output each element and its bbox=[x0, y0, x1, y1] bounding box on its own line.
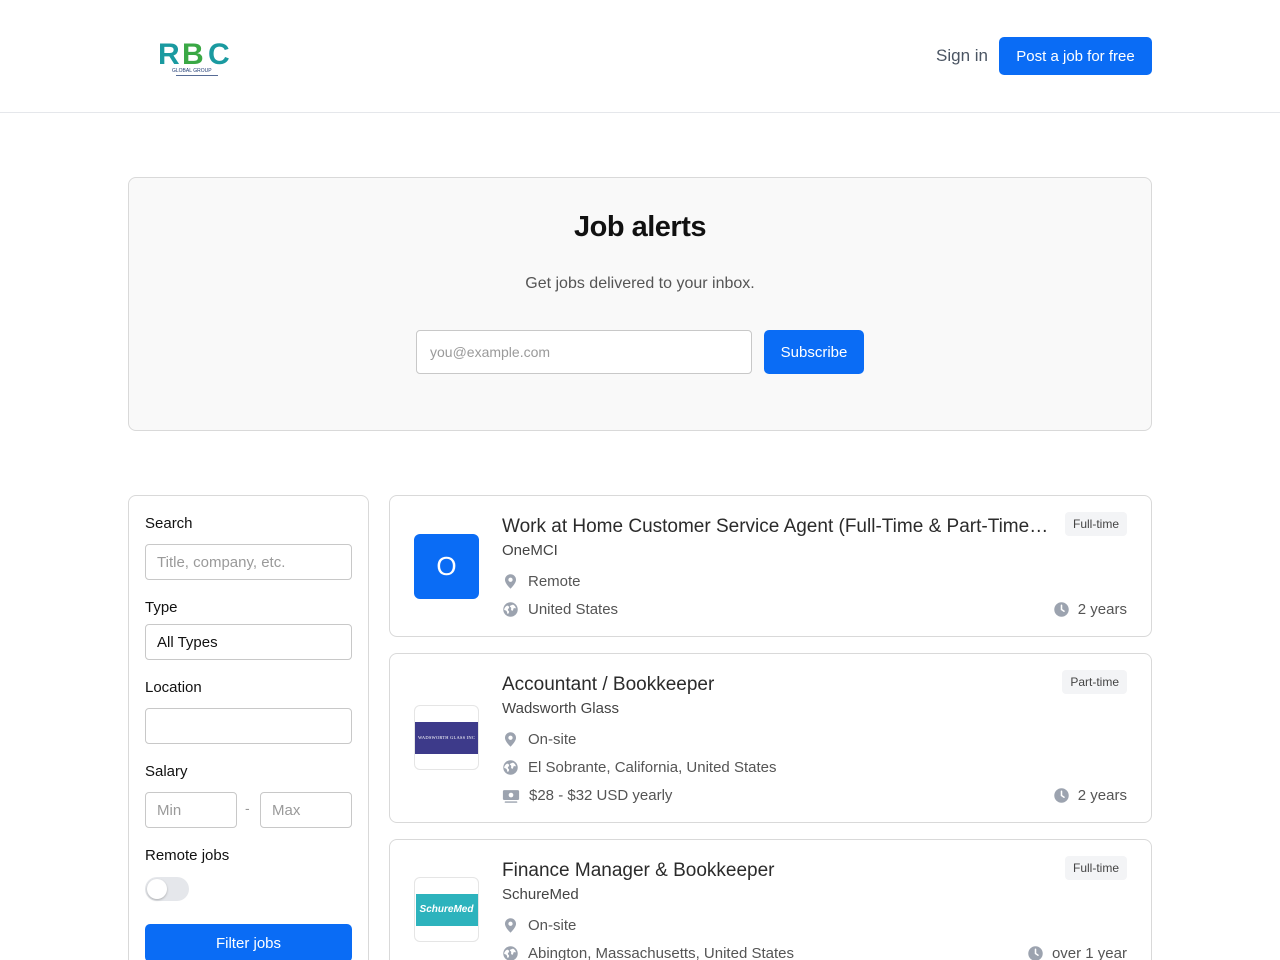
subscribe-button[interactable]: Subscribe bbox=[764, 330, 864, 374]
job-salary: $28 - $32 USD yearly bbox=[502, 787, 672, 804]
clock-icon bbox=[1054, 602, 1069, 617]
workplace-text: On-site bbox=[528, 917, 577, 934]
svg-text:GLOBAL GROUP: GLOBAL GROUP bbox=[172, 68, 212, 74]
job-company: Wadsworth Glass bbox=[502, 700, 619, 717]
schuremed-logo-text: SchureMed bbox=[419, 904, 474, 915]
job-workplace: On-site bbox=[502, 731, 576, 748]
job-location: Abington, Massachusetts, United States bbox=[502, 945, 794, 960]
company-logo-image: SchureMed bbox=[414, 877, 479, 942]
map-pin-icon bbox=[504, 732, 517, 747]
svg-text:B: B bbox=[182, 38, 203, 71]
svg-text:R: R bbox=[158, 38, 180, 71]
remote-jobs-toggle[interactable] bbox=[145, 877, 189, 901]
workplace-text: On-site bbox=[528, 731, 577, 748]
clock-icon bbox=[1054, 788, 1069, 803]
type-select[interactable]: All Types bbox=[145, 624, 352, 660]
location-text: Abington, Massachusetts, United States bbox=[528, 945, 794, 960]
clock-icon bbox=[1028, 946, 1043, 960]
wadsworth-logo-text: WADSWORTH GLASS INC bbox=[417, 735, 476, 740]
job-alerts-title: Job alerts bbox=[574, 211, 707, 243]
sign-in-link[interactable]: Sign in bbox=[936, 46, 988, 66]
type-label: Type bbox=[145, 599, 178, 616]
job-age: 2 years bbox=[1053, 787, 1127, 804]
remote-jobs-label: Remote jobs bbox=[145, 847, 230, 864]
job-age: 2 years bbox=[1053, 601, 1127, 618]
job-title[interactable]: Accountant / Bookkeeper bbox=[502, 674, 1050, 696]
globe-icon bbox=[503, 602, 518, 617]
job-alerts-panel: Job alerts Get jobs delivered to your in… bbox=[128, 177, 1152, 431]
job-age: over 1 year bbox=[1027, 945, 1127, 960]
location-text: United States bbox=[528, 601, 619, 618]
company-logo-image: WADSWORTH GLASS INC bbox=[414, 705, 479, 770]
age-text: over 1 year bbox=[1051, 945, 1127, 960]
company-logo-letter: O bbox=[414, 534, 479, 599]
wadsworth-logo: WADSWORTH GLASS INC bbox=[415, 721, 478, 754]
post-job-button[interactable]: Post a job for free bbox=[999, 37, 1152, 75]
job-company: OneMCI bbox=[502, 542, 558, 559]
email-input[interactable] bbox=[416, 330, 752, 374]
job-card[interactable]: WADSWORTH GLASS INC Accountant / Bookkee… bbox=[389, 653, 1152, 823]
job-workplace: Remote bbox=[502, 573, 581, 590]
type-select-value: All Types bbox=[157, 633, 218, 651]
job-workplace: On-site bbox=[502, 917, 576, 934]
job-type-badge: Full-time bbox=[1064, 856, 1127, 880]
salary-text: $28 - $32 USD yearly bbox=[529, 787, 673, 804]
globe-icon bbox=[503, 760, 518, 775]
age-text: 2 years bbox=[1077, 787, 1127, 804]
location-label: Location bbox=[145, 679, 202, 696]
search-input[interactable] bbox=[145, 544, 352, 580]
location-input[interactable] bbox=[145, 708, 352, 744]
job-type-badge: Full-time bbox=[1064, 512, 1127, 536]
search-label: Search bbox=[145, 515, 193, 532]
salary-separator: - bbox=[245, 800, 250, 816]
svg-text:C: C bbox=[208, 38, 229, 71]
map-pin-icon bbox=[504, 574, 517, 589]
job-card[interactable]: O Work at Home Customer Service Agent (F… bbox=[389, 495, 1152, 637]
workplace-text: Remote bbox=[528, 573, 581, 590]
globe-icon bbox=[503, 946, 518, 960]
salary-max-input[interactable] bbox=[260, 792, 352, 828]
age-text: 2 years bbox=[1077, 601, 1127, 618]
filters-sidebar: Search Type All Types Location Salary - … bbox=[128, 495, 369, 960]
job-alerts-subtitle: Get jobs delivered to your inbox. bbox=[525, 275, 755, 292]
salary-min-input[interactable] bbox=[145, 792, 237, 828]
job-card[interactable]: SchureMed Finance Manager & Bookkeeper S… bbox=[389, 839, 1152, 960]
job-type-badge: Part-time bbox=[1062, 670, 1127, 694]
location-text: El Sobrante, California, United States bbox=[528, 759, 777, 776]
job-title[interactable]: Finance Manager & Bookkeeper bbox=[502, 860, 1050, 882]
money-icon bbox=[502, 790, 520, 803]
job-location: United States bbox=[502, 601, 618, 618]
map-pin-icon bbox=[504, 918, 517, 933]
job-company: SchureMed bbox=[502, 886, 579, 903]
schuremed-logo: SchureMed bbox=[415, 893, 478, 926]
toggle-knob bbox=[147, 879, 167, 899]
company-logo[interactable]: R B C GLOBAL GROUP bbox=[158, 38, 238, 78]
job-location: El Sobrante, California, United States bbox=[502, 759, 776, 776]
filter-jobs-button[interactable]: Filter jobs bbox=[145, 924, 352, 960]
salary-label: Salary bbox=[145, 763, 188, 780]
job-title[interactable]: Work at Home Customer Service Agent (Ful… bbox=[502, 516, 1050, 538]
site-header: R B C GLOBAL GROUP Sign in Post a job fo… bbox=[0, 0, 1280, 113]
